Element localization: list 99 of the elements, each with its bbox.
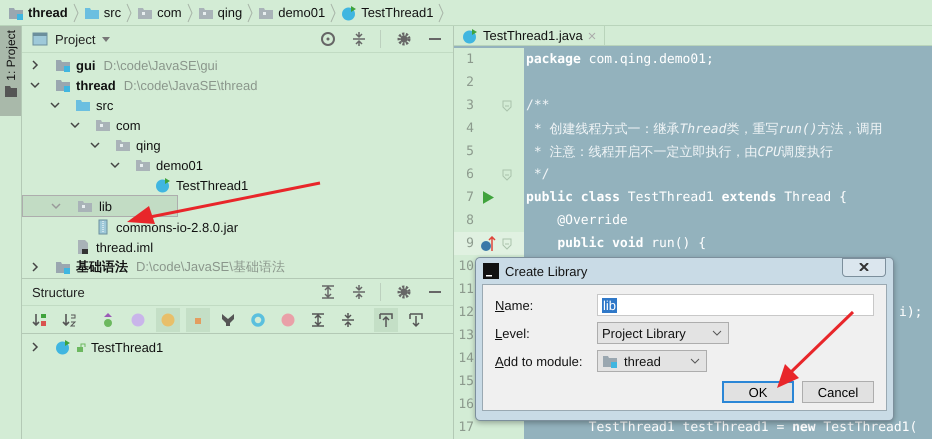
- expand-all-icon[interactable]: [320, 284, 336, 300]
- breadcrumb-item[interactable]: com: [137, 4, 182, 20]
- line-number: 14: [457, 351, 474, 366]
- module-folder-icon: [602, 353, 618, 369]
- folder-icon: [75, 97, 91, 113]
- settings-icon[interactable]: [396, 284, 412, 300]
- code-line: public class TestThread1 extends Thread {: [526, 190, 847, 205]
- folder-icon: [4, 84, 16, 97]
- chevron-right-icon[interactable]: [30, 342, 40, 352]
- dialog-title: Create Library: [505, 264, 588, 278]
- app-icon: [483, 263, 499, 279]
- close-icon: [859, 263, 869, 271]
- class-icon: [155, 177, 171, 193]
- line-number: 12: [457, 305, 474, 320]
- tree-item[interactable]: lib: [22, 195, 178, 217]
- chevron-right-icon[interactable]: [30, 262, 40, 272]
- panel-title: Structure: [32, 284, 85, 300]
- code-line: * 注意：线程开启不一定立即执行，由CPU调度执行: [532, 144, 833, 160]
- file-icon: [75, 239, 91, 255]
- package-folder-icon: [95, 117, 111, 133]
- dropdown-icon[interactable]: [102, 36, 110, 42]
- chevron-right-icon: [72, 2, 79, 22]
- chevron-right-icon[interactable]: [30, 60, 40, 70]
- module-folder-icon: [55, 77, 71, 93]
- field-label: Add to module:: [495, 354, 584, 368]
- override-icon[interactable]: [480, 236, 496, 252]
- code-line: @Override: [556, 213, 628, 228]
- tree-item[interactable]: com: [22, 115, 453, 135]
- line-number: 5: [465, 144, 474, 159]
- scroll-to-icon[interactable]: [374, 308, 398, 332]
- level-dropdown[interactable]: Project Library: [597, 322, 729, 344]
- locate-icon[interactable]: [320, 31, 336, 47]
- code-line: TestThread1 testThread1 = new TestThread1(: [588, 420, 918, 435]
- line-number: 8: [465, 213, 474, 228]
- code-line: package com.qing.demo01;: [526, 52, 714, 67]
- line-number: 2: [465, 75, 474, 90]
- line-number: 3: [465, 98, 474, 113]
- field-icon[interactable]: [156, 308, 180, 332]
- line-number: 9: [465, 236, 474, 251]
- line-number: 7: [465, 190, 474, 205]
- package-folder-icon: [77, 198, 93, 214]
- line-number: 13: [457, 328, 474, 343]
- line-number: 17: [457, 420, 474, 435]
- collapse-all-icon[interactable]: [351, 31, 367, 47]
- breadcrumb-item[interactable]: TestThread1: [341, 4, 434, 20]
- tree-item[interactable]: commons-io-2.8.0.jar: [22, 217, 453, 237]
- tree-item[interactable]: thread.iml: [22, 237, 453, 257]
- module-folder-icon: [55, 259, 71, 275]
- unlock-icon: [76, 342, 86, 352]
- tree-item[interactable]: TestThread1: [22, 175, 453, 195]
- chevron-down-icon: [690, 358, 700, 364]
- package-folder-icon: [135, 157, 151, 173]
- breadcrumb-item[interactable]: qing: [198, 4, 242, 20]
- tree-item[interactable]: src: [22, 95, 453, 115]
- line-number: 11: [457, 282, 474, 297]
- settings-icon[interactable]: [396, 31, 412, 47]
- class-icon: [341, 4, 358, 20]
- module-dropdown[interactable]: thread: [597, 350, 707, 372]
- breadcrumb-item[interactable]: thread: [8, 4, 68, 20]
- line-number: 6: [465, 167, 474, 182]
- class-icon: [462, 28, 478, 44]
- code-line: public void run() {: [556, 236, 706, 251]
- code-line: */: [532, 167, 550, 182]
- line-number: 4: [465, 121, 474, 136]
- ok-button[interactable]: OK: [722, 381, 794, 403]
- line-number: 16: [457, 397, 474, 412]
- cancel-button[interactable]: Cancel: [802, 381, 874, 403]
- window-icon: [32, 31, 48, 47]
- code-line: /**: [526, 98, 550, 113]
- tree-item[interactable]: demo01: [22, 155, 453, 175]
- line-number: 10: [457, 259, 474, 274]
- field-label: Level:: [495, 326, 531, 340]
- chevron-right-icon: [438, 2, 444, 22]
- run-icon[interactable]: [482, 191, 494, 204]
- chevron-down-icon: [712, 330, 722, 336]
- collapse-all-icon[interactable]: [351, 284, 367, 300]
- code-line: i);: [899, 305, 922, 320]
- panel-title[interactable]: Project: [55, 32, 96, 46]
- tree-item[interactable]: gui D:\code\JavaSE\gui: [22, 55, 453, 75]
- close-button[interactable]: [842, 258, 886, 276]
- package-folder-icon: [115, 137, 131, 153]
- name-field[interactable]: lib: [597, 294, 874, 316]
- breadcrumb-item[interactable]: src: [84, 4, 122, 20]
- tree-item[interactable]: 基础语法 D:\code\JavaSE\基础语法: [22, 257, 453, 277]
- line-number: 15: [457, 374, 474, 389]
- line-number: 1: [465, 52, 474, 67]
- chevron-right-icon: [330, 2, 336, 22]
- chevron-right-icon: [247, 2, 254, 22]
- tree-item[interactable]: thread D:\code\JavaSE\thread: [22, 75, 453, 95]
- code-line: * 创建线程方式一：继承Thread类，重写run()方法，调用: [532, 122, 883, 136]
- chevron-right-icon: [186, 2, 193, 22]
- project-tool-tab[interactable]: 1: Project: [0, 26, 21, 116]
- breadcrumb-item[interactable]: demo01: [258, 4, 326, 20]
- tree-item[interactable]: qing: [22, 135, 453, 155]
- class-icon: [55, 339, 71, 355]
- field-label: Name:: [495, 298, 534, 312]
- module-folder-icon: [55, 57, 71, 73]
- chevron-right-icon: [126, 2, 132, 22]
- tree-item[interactable]: TestThread1: [22, 337, 453, 357]
